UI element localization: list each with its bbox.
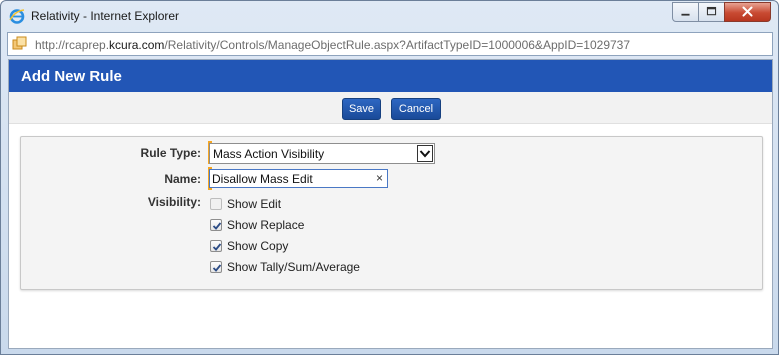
page-content: Add New Rule Save Cancel Rule Type: Mass…: [8, 59, 773, 349]
minimize-icon: [681, 13, 690, 16]
action-toolbar: Save Cancel: [9, 92, 772, 124]
title-bar: Relativity - Internet Explorer: [1, 1, 778, 31]
name-value: Disallow Mass Edit: [212, 172, 313, 186]
clear-icon[interactable]: ×: [376, 171, 383, 185]
rule-type-label: Rule Type:: [140, 146, 201, 160]
rule-type-select[interactable]: Mass Action Visibility: [209, 143, 435, 164]
maximize-button[interactable]: [698, 2, 725, 22]
maximize-icon: [706, 6, 717, 16]
page-title: Add New Rule: [21, 68, 122, 85]
window-title: Relativity - Internet Explorer: [31, 9, 180, 23]
name-input[interactable]: Disallow Mass Edit ×: [209, 169, 388, 188]
show-edit-checkbox[interactable]: [210, 198, 222, 210]
address-bar[interactable]: http://rcaprep.kcura.com/Relativity/Cont…: [7, 32, 773, 56]
page-header: Add New Rule: [9, 60, 772, 92]
cancel-button[interactable]: Cancel: [391, 98, 441, 120]
save-button[interactable]: Save: [342, 98, 381, 120]
chevron-down-icon: [419, 150, 431, 158]
address-url: http://rcaprep.kcura.com/Relativity/Cont…: [35, 38, 631, 52]
show-copy-label: Show Copy: [227, 239, 289, 253]
dropdown-arrow[interactable]: [417, 145, 433, 162]
show-replace-checkbox[interactable]: [210, 219, 222, 231]
rule-type-value: Mass Action Visibility: [213, 147, 325, 161]
close-button[interactable]: [724, 2, 771, 22]
visibility-label: Visibility:: [147, 195, 201, 209]
show-edit-label: Show Edit: [227, 197, 282, 211]
show-tally-checkbox[interactable]: [210, 261, 222, 273]
checkmark-icon: [212, 243, 222, 251]
rule-form-panel: Rule Type: Mass Action Visibility Name: …: [20, 136, 763, 290]
page-icon: [12, 36, 27, 50]
internet-explorer-icon: [9, 9, 25, 24]
show-copy-checkbox[interactable]: [210, 240, 222, 252]
minimize-button[interactable]: [672, 2, 699, 22]
show-tally-label: Show Tally/Sum/Average: [227, 260, 360, 274]
name-label: Name:: [164, 172, 201, 186]
close-icon: [742, 6, 753, 17]
checkmark-icon: [212, 264, 222, 272]
checkmark-icon: [212, 222, 222, 230]
show-replace-label: Show Replace: [227, 218, 305, 232]
browser-window: Relativity - Internet Explorer http://rc…: [0, 0, 779, 355]
